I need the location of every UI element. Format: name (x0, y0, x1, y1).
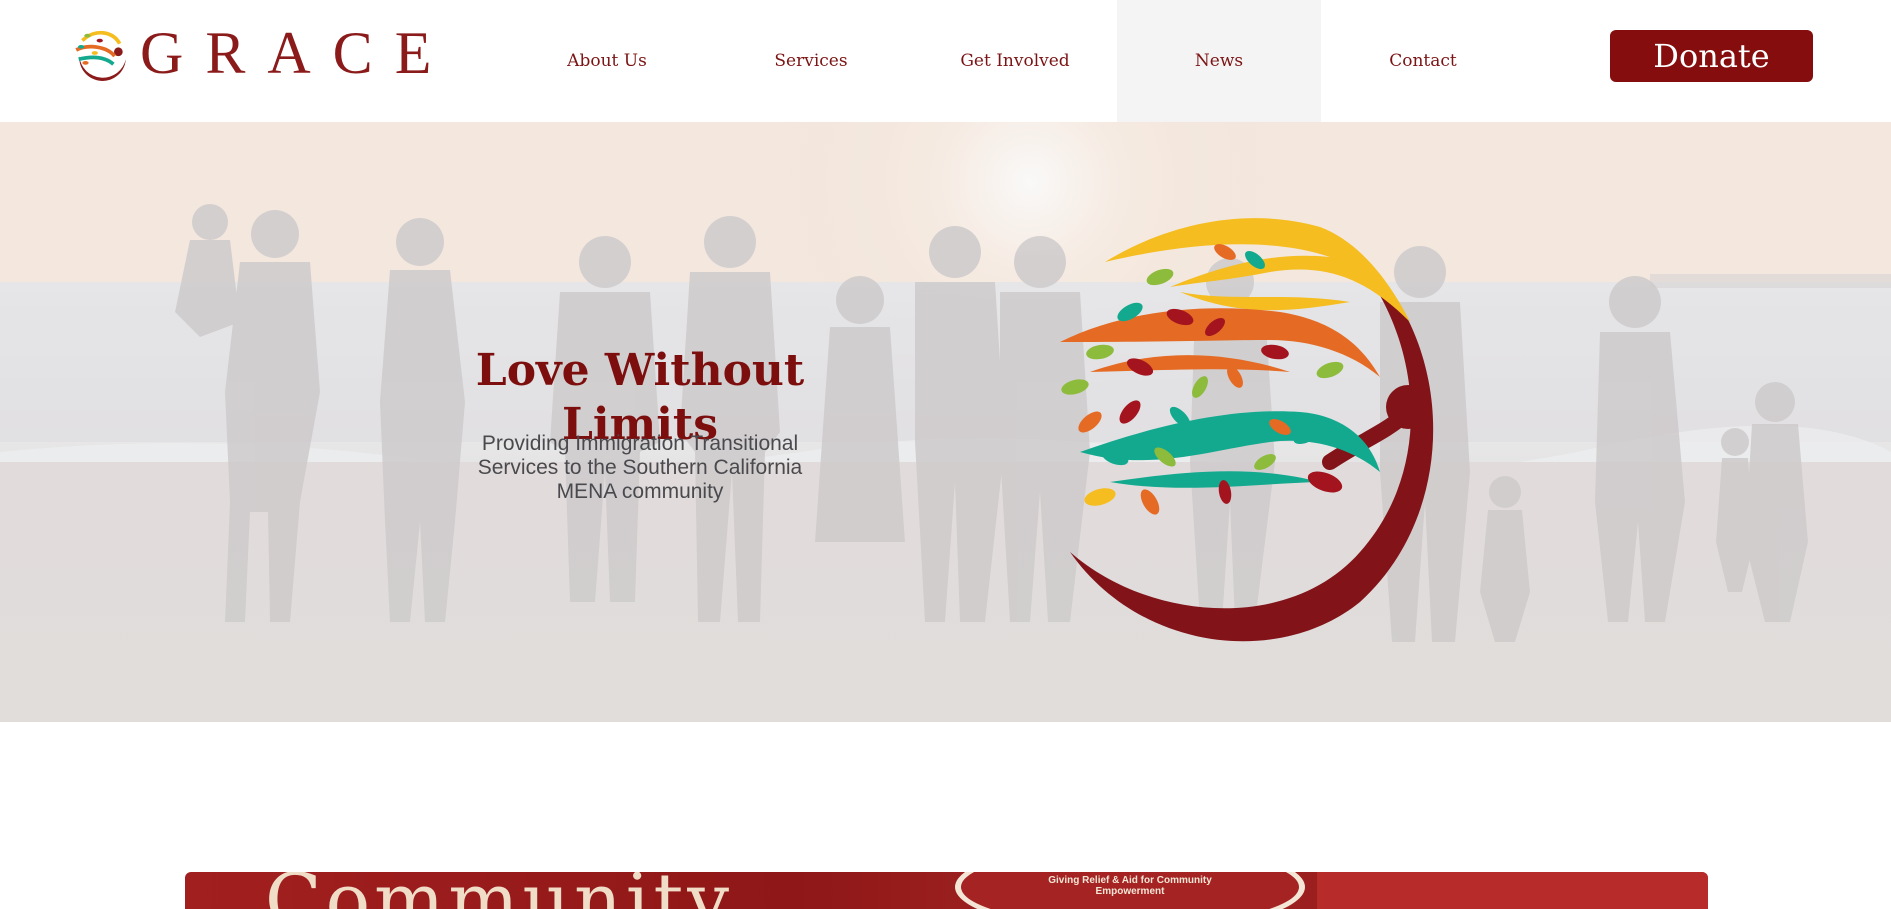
tree-person-emblem-icon (1060, 218, 1434, 642)
nav-item-contact[interactable]: Contact (1321, 0, 1525, 122)
site-logo[interactable]: GRACE (70, 22, 453, 84)
site-header: GRACE About Us Services Get Involved New… (0, 0, 1891, 122)
nav-item-get-involved[interactable]: Get Involved (913, 0, 1117, 122)
nav-item-services[interactable]: Services (709, 0, 913, 122)
nav-item-news[interactable]: News (1117, 0, 1321, 122)
donate-button[interactable]: Donate (1610, 30, 1813, 82)
hero-section: Love Without Limits Providing Immigratio… (0, 122, 1891, 722)
main-nav: About Us Services Get Involved News Cont… (505, 0, 1525, 122)
brand-name: GRACE (140, 20, 454, 86)
nav-item-about-us[interactable]: About Us (505, 0, 709, 122)
banner-right-panel (1317, 872, 1708, 909)
badge-text: Giving Relief & Aid for Community Empowe… (1048, 875, 1212, 897)
feature-banner-image[interactable]: Community Giving Relief & Aid for Commun… (185, 872, 1708, 909)
hero-subtitle: Providing Immigration Transitional Servi… (477, 432, 803, 503)
banner-text: Community (265, 872, 733, 909)
hero-overlay (0, 122, 1891, 722)
tree-person-logo-icon (75, 30, 126, 81)
